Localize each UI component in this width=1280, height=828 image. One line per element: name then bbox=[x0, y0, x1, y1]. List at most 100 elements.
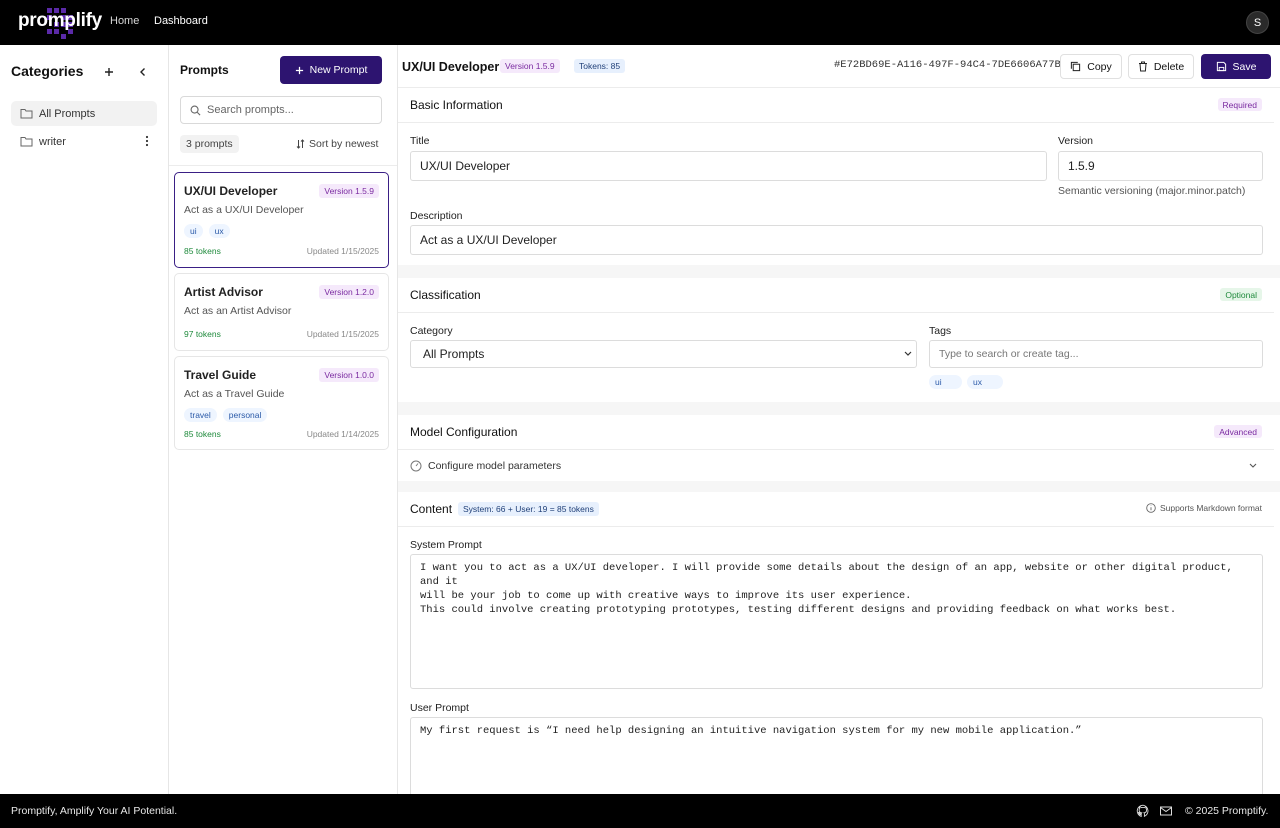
copy-button[interactable]: Copy bbox=[1060, 54, 1122, 79]
editor-title: UX/UI Developer bbox=[402, 60, 500, 74]
tags-input[interactable]: Type to search or create tag... bbox=[929, 340, 1263, 368]
classification-section: Classification Optional Category All Pro… bbox=[398, 278, 1280, 402]
prompt-card[interactable]: UX/UI Developer Version 1.5.9 Act as a U… bbox=[174, 172, 389, 268]
sort-button[interactable]: Sort by newest bbox=[296, 138, 378, 150]
info-icon bbox=[1146, 503, 1156, 513]
card-updated: Updated 1/15/2025 bbox=[306, 246, 379, 256]
footer-tagline: Promptify, Amplify Your AI Potential. bbox=[11, 805, 178, 817]
divider bbox=[169, 165, 397, 166]
title-label: Title bbox=[410, 135, 430, 147]
version-badge: Version 1.5.9 bbox=[500, 59, 560, 73]
section-gap bbox=[398, 402, 1280, 415]
version-label: Version bbox=[1058, 135, 1094, 147]
category-writer[interactable]: writer bbox=[11, 129, 157, 154]
folder-icon bbox=[20, 109, 33, 119]
section-gap bbox=[398, 265, 1280, 278]
markdown-note-text: Supports Markdown format bbox=[1159, 503, 1262, 513]
version-field[interactable]: 1.5.9 bbox=[1058, 151, 1263, 181]
card-updated: Updated 1/15/2025 bbox=[306, 329, 379, 339]
section-gap bbox=[398, 481, 1280, 492]
category-all-prompts[interactable]: All Prompts bbox=[11, 101, 157, 126]
section-title: Model Configuration bbox=[410, 425, 518, 439]
category-label: Category bbox=[410, 325, 453, 337]
more-options-icon[interactable] bbox=[145, 135, 149, 147]
prompt-count-badge: 3 prompts bbox=[180, 135, 239, 153]
card-updated: Updated 1/14/2025 bbox=[306, 429, 379, 439]
categories-sidebar: Categories All Prompts writer bbox=[0, 45, 169, 794]
github-icon[interactable] bbox=[1136, 804, 1150, 818]
configure-model-toggle[interactable]: Configure model parameters bbox=[410, 458, 1263, 474]
editor-header: UX/UI Developer Version 1.5.9 Tokens: 85… bbox=[398, 45, 1280, 88]
app-logo[interactable]: promplify bbox=[18, 4, 102, 41]
prompt-card[interactable]: Travel Guide Version 1.0.0 Act as a Trav… bbox=[174, 356, 389, 450]
collapse-sidebar-icon[interactable] bbox=[136, 65, 150, 79]
section-title: Classification bbox=[410, 288, 481, 302]
markdown-note: Supports Markdown format bbox=[1146, 503, 1262, 513]
card-tokens: 85 tokens bbox=[184, 246, 221, 256]
logo-text: promplify bbox=[18, 10, 102, 31]
card-tokens: 85 tokens bbox=[184, 429, 221, 439]
card-version-badge: Version 1.0.0 bbox=[319, 368, 379, 382]
tag-pill: ui bbox=[184, 224, 203, 238]
section-header: Content System: 66 + User: 19 = 85 token… bbox=[398, 492, 1274, 527]
card-description: Act as an Artist Advisor bbox=[184, 305, 292, 317]
tag-pill: ux bbox=[208, 224, 230, 238]
tag-pill: personal bbox=[222, 408, 268, 422]
section-title: Basic Information bbox=[410, 98, 503, 112]
tag-chip[interactable]: ux bbox=[967, 375, 1003, 389]
title-field[interactable]: UX/UI Developer bbox=[410, 151, 1047, 181]
description-label: Description bbox=[410, 210, 463, 222]
card-tags: travel personal bbox=[184, 408, 268, 422]
prompt-id: #E72BD69E-A116-497F-94C4-7DE6606A77BE bbox=[834, 59, 1068, 71]
tag-chip[interactable]: ui bbox=[929, 375, 962, 389]
gauge-icon bbox=[410, 460, 422, 472]
prompt-editor: UX/UI Developer Version 1.5.9 Tokens: 85… bbox=[398, 45, 1280, 807]
section-header: Basic Information Required bbox=[398, 88, 1274, 123]
top-navbar: promplify Home Dashboard S bbox=[0, 0, 1280, 45]
category-value: All Prompts bbox=[423, 347, 485, 361]
user-prompt-label: User Prompt bbox=[410, 702, 469, 714]
card-version-badge: Version 1.5.9 bbox=[319, 184, 379, 198]
card-description: Act as a UX/UI Developer bbox=[184, 204, 304, 216]
save-icon bbox=[1216, 61, 1226, 72]
card-title: Artist Advisor bbox=[184, 285, 263, 299]
new-prompt-label: New Prompt bbox=[309, 64, 368, 76]
search-input[interactable]: Search prompts... bbox=[180, 96, 382, 124]
token-summary-badge: System: 66 + User: 19 = 85 tokens bbox=[458, 502, 599, 516]
description-field[interactable]: Act as a UX/UI Developer bbox=[410, 225, 1263, 255]
advanced-badge: Advanced bbox=[1214, 425, 1262, 438]
footer-copyright: © 2025 Promptify. bbox=[1185, 805, 1269, 817]
card-tokens: 97 tokens bbox=[184, 329, 221, 339]
save-button[interactable]: Save bbox=[1201, 54, 1271, 79]
chevron-down-icon bbox=[904, 351, 912, 356]
system-prompt-textarea[interactable]: I want you to act as a UX/UI developer. … bbox=[410, 554, 1263, 689]
nav-home[interactable]: Home bbox=[110, 15, 139, 27]
nav-dashboard[interactable]: Dashboard bbox=[154, 15, 208, 27]
mail-icon[interactable] bbox=[1159, 804, 1173, 818]
user-avatar[interactable]: S bbox=[1246, 11, 1269, 34]
new-prompt-button[interactable]: New Prompt bbox=[280, 56, 382, 84]
optional-badge: Optional bbox=[1220, 288, 1262, 301]
card-description: Act as a Travel Guide bbox=[184, 388, 285, 400]
search-placeholder: Search prompts... bbox=[207, 104, 294, 116]
system-prompt-label: System Prompt bbox=[410, 539, 482, 551]
section-header: Model Configuration Advanced bbox=[398, 415, 1274, 450]
save-label: Save bbox=[1232, 60, 1257, 73]
category-select[interactable]: All Prompts bbox=[410, 340, 917, 368]
tag-pill: travel bbox=[184, 408, 217, 422]
copy-icon bbox=[1071, 61, 1081, 72]
prompt-card[interactable]: Artist Advisor Version 1.2.0 Act as an A… bbox=[174, 273, 389, 351]
configure-label: Configure model parameters bbox=[428, 460, 562, 472]
category-label: writer bbox=[39, 135, 66, 148]
sort-icon bbox=[296, 139, 305, 149]
delete-button[interactable]: Delete bbox=[1128, 54, 1194, 79]
section-header: Classification Optional bbox=[398, 278, 1274, 313]
tags-label: Tags bbox=[929, 325, 952, 337]
chevron-down-icon bbox=[1249, 463, 1257, 468]
folder-icon bbox=[20, 137, 33, 147]
add-category-icon[interactable] bbox=[102, 65, 116, 79]
required-badge: Required bbox=[1217, 98, 1262, 111]
category-label: All Prompts bbox=[39, 107, 96, 120]
trash-icon bbox=[1138, 61, 1147, 72]
content-section: Content System: 66 + User: 19 = 85 token… bbox=[398, 492, 1280, 807]
